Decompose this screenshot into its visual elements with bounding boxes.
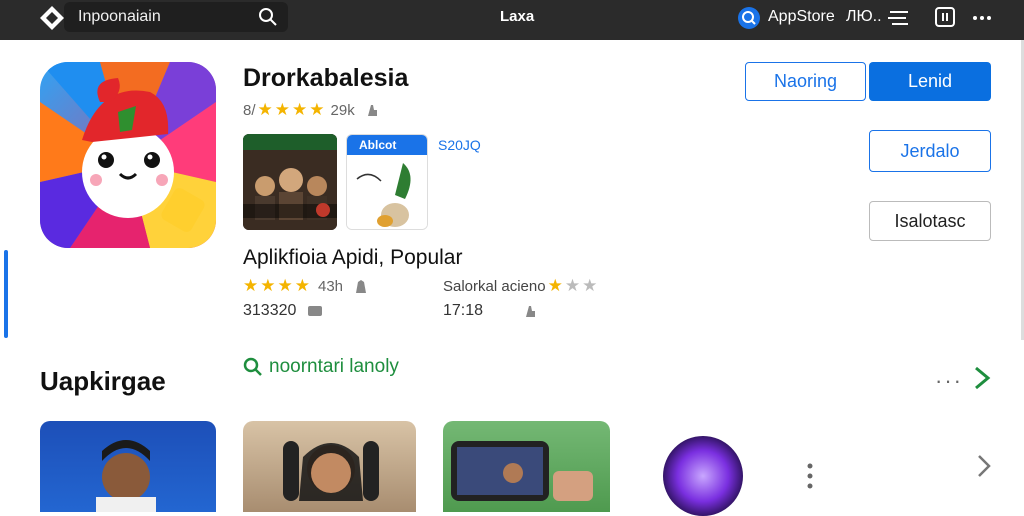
vertical-dots-icon[interactable] xyxy=(806,462,814,490)
thumbnail-header: Ablcot xyxy=(347,135,427,155)
bottom-link[interactable]: noorntari lanoly xyxy=(243,356,399,378)
app-circle-icon[interactable] xyxy=(663,436,743,516)
download-count: 313320 xyxy=(243,302,323,320)
store-label[interactable]: AppStore xyxy=(768,8,835,26)
hand-icon xyxy=(356,280,367,293)
app-rating: 8/ ★ ★ ★ ★ 29k xyxy=(243,100,379,120)
thumbnail-art xyxy=(243,134,337,230)
count-value: 313320 xyxy=(243,302,297,319)
scroll-indicator[interactable] xyxy=(4,250,8,338)
hand-icon xyxy=(367,105,377,116)
section-title: Aplikfioia Apidi, Popular xyxy=(243,246,463,269)
app-title: Drorkabalesia xyxy=(243,64,409,92)
star-icon: ★ xyxy=(309,100,325,119)
app-icon[interactable] xyxy=(40,62,216,248)
search-input[interactable]: Inpoonaiain xyxy=(64,2,288,32)
app-card[interactable] xyxy=(40,421,216,512)
window-icon[interactable] xyxy=(934,6,956,28)
star-icon: ★ xyxy=(582,276,598,295)
window-title: Laxa xyxy=(500,8,535,25)
star-icon: ★ xyxy=(292,100,308,119)
section-rating: ★ ★ ★ ★ 43h xyxy=(243,276,369,296)
naoring-button[interactable]: Naoring xyxy=(745,62,866,101)
rating-label: Salorkal acieno xyxy=(443,277,546,295)
tertiary-button[interactable]: Isalotasc xyxy=(869,201,991,241)
chevron-right-icon[interactable] xyxy=(970,364,994,392)
chevron-right-icon[interactable] xyxy=(974,452,994,480)
hand-icon xyxy=(526,306,536,317)
thumbnail-art xyxy=(347,155,427,229)
card-art xyxy=(451,441,593,501)
star-icon: ★ xyxy=(547,276,563,295)
search-icon xyxy=(243,357,262,376)
secondary-button[interactable]: Jerdalo xyxy=(869,130,991,172)
rating-prefix: 8/ xyxy=(243,101,256,119)
top-bar: Inpoonaiain Laxa AppStore ЛЮ.. xyxy=(0,0,1024,40)
more-options-icon[interactable] xyxy=(972,8,992,28)
star-icon: ★ xyxy=(277,276,293,295)
star-icon: ★ xyxy=(564,276,581,295)
rating-value: 29k xyxy=(330,101,355,119)
star-icon: ★ xyxy=(274,100,291,119)
star-icon: ★ xyxy=(260,276,276,295)
card-art xyxy=(283,441,379,501)
time-value: 17:18 xyxy=(443,302,537,320)
menu-icon[interactable] xyxy=(886,8,910,28)
secondary-rating: Salorkal acieno ★ ★ ★ xyxy=(443,276,597,296)
bottom-link-text: noorntari lanoly xyxy=(269,356,399,377)
time-text: 17:18 xyxy=(443,302,484,319)
card-art xyxy=(96,440,156,512)
app-icon-art xyxy=(40,62,216,248)
more-dots-icon[interactable]: ··· xyxy=(935,368,963,394)
rating-text: 43h xyxy=(318,277,344,295)
star-icon: ★ xyxy=(243,276,259,295)
box-icon xyxy=(308,306,323,316)
bottom-section-title: Uapkirgae xyxy=(40,366,166,396)
side-label: S20JQ xyxy=(438,137,481,153)
app-card[interactable] xyxy=(243,421,416,512)
primary-button[interactable]: Lenid xyxy=(869,62,991,101)
store-extra-text: ЛЮ.. xyxy=(846,8,882,25)
star-icon: ★ xyxy=(294,276,310,295)
app-card[interactable] xyxy=(443,421,610,512)
app-logo-icon[interactable] xyxy=(38,4,66,32)
screenshot-thumbnail[interactable] xyxy=(243,134,337,230)
search-text: Inpoonaiain xyxy=(78,8,161,25)
screenshot-thumbnail[interactable]: Ablcot xyxy=(346,134,428,230)
star-icon: ★ xyxy=(257,100,273,119)
store-search-icon[interactable] xyxy=(736,5,762,31)
search-icon[interactable] xyxy=(258,7,278,27)
